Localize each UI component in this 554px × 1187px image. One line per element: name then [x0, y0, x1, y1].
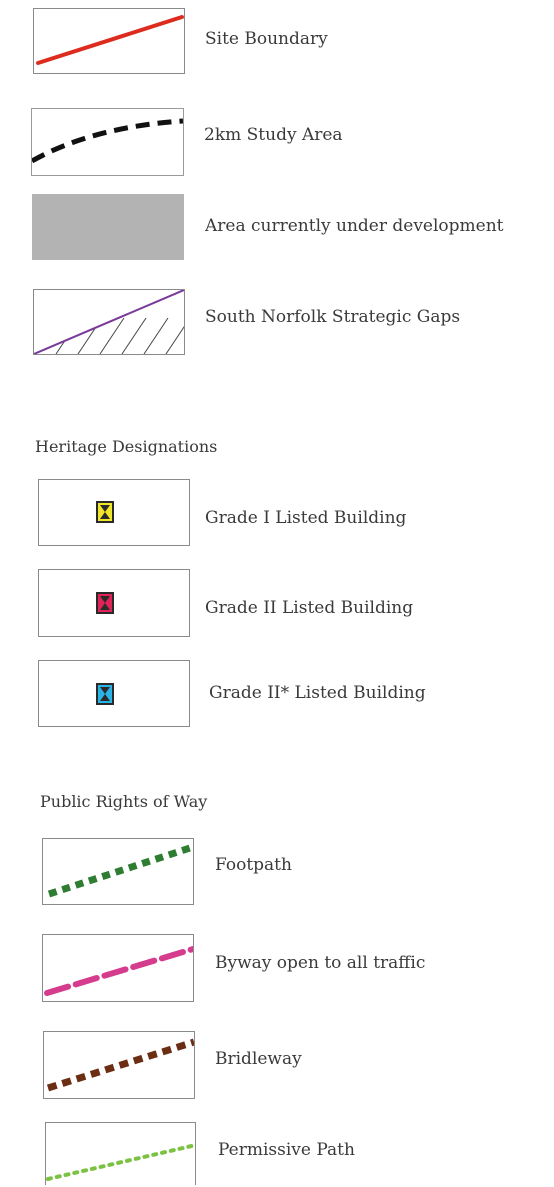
- grade-ii-swatch: [38, 569, 190, 637]
- byway-label: Byway open to all traffic: [215, 953, 426, 973]
- development-area-label: Area currently under development: [205, 216, 504, 236]
- site-boundary-label: Site Boundary: [205, 29, 328, 49]
- grade-ii-building-icon: [96, 592, 114, 614]
- bridleway-label: Bridleway: [215, 1049, 302, 1069]
- footpath-swatch: [42, 838, 194, 905]
- grade-i-label: Grade I Listed Building: [205, 508, 407, 528]
- prow-heading: Public Rights of Way: [40, 792, 208, 811]
- bridleway-swatch: [43, 1031, 195, 1099]
- grade-ii-label: Grade II Listed Building: [205, 598, 414, 618]
- grade-ii-star-label: Grade II* Listed Building: [209, 683, 426, 703]
- development-area-swatch: [32, 194, 184, 260]
- footpath-label: Footpath: [215, 855, 292, 875]
- study-area-label: 2km Study Area: [204, 125, 343, 145]
- strategic-gaps-label: South Norfolk Strategic Gaps: [205, 307, 461, 327]
- permissive-path-swatch: [45, 1122, 196, 1185]
- permissive-path-label: Permissive Path: [218, 1140, 355, 1160]
- byway-swatch: [42, 934, 194, 1002]
- grade-i-building-icon: [96, 501, 114, 523]
- grade-ii-star-swatch: [38, 660, 190, 727]
- grade-i-swatch: [38, 479, 190, 546]
- study-area-swatch: [31, 108, 184, 176]
- site-boundary-swatch: [33, 8, 185, 74]
- strategic-gaps-swatch: [33, 289, 185, 355]
- heritage-heading: Heritage Designations: [35, 437, 218, 456]
- grade-ii-star-building-icon: [96, 683, 114, 705]
